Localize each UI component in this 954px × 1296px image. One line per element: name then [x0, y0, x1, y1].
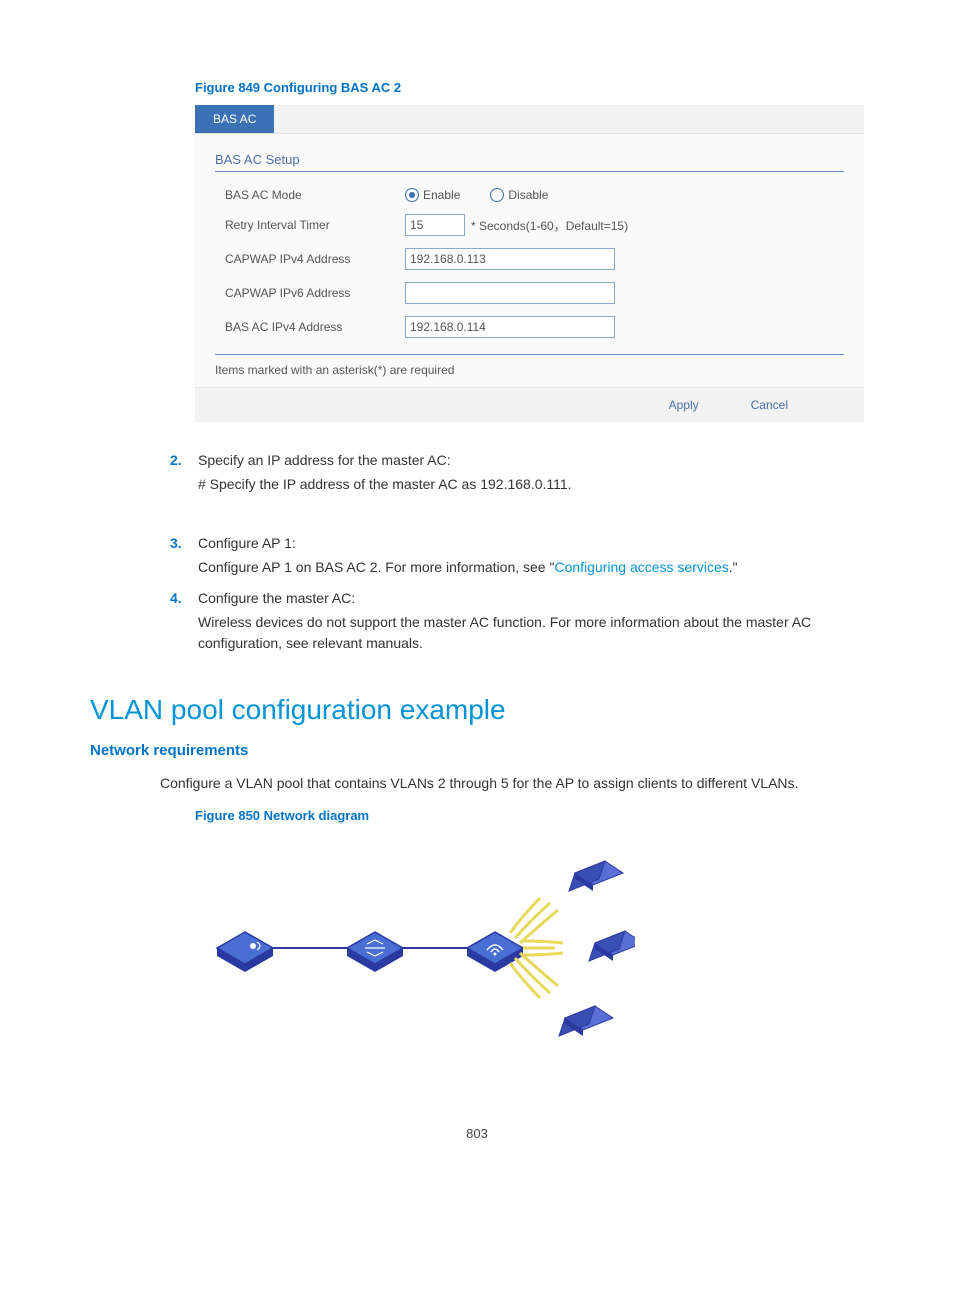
label-capwap6: CAPWAP IPv6 Address	[215, 286, 405, 300]
radio-disable[interactable]	[490, 188, 504, 202]
step-2: 2. Specify an IP address for the master …	[170, 452, 864, 495]
input-bas4[interactable]	[405, 316, 615, 338]
apply-button[interactable]: Apply	[663, 396, 705, 414]
step-4-body: Wireless devices do not support the mast…	[198, 612, 864, 654]
tab-bas-ac[interactable]: BAS AC	[195, 105, 274, 133]
step-2-number: 2.	[170, 452, 182, 468]
step-4: 4. Configure the master AC: Wireless dev…	[170, 590, 864, 654]
steps-list: 2. Specify an IP address for the master …	[90, 452, 864, 495]
label-capwap4: CAPWAP IPv4 Address	[215, 252, 405, 266]
step-3-title: Configure AP 1:	[198, 535, 296, 551]
step-2-body: # Specify the IP address of the master A…	[198, 474, 864, 495]
button-row: Apply Cancel	[195, 387, 864, 422]
bas-ac-config-panel: BAS AC BAS AC Setup BAS AC Mode Enable D…	[195, 105, 864, 422]
row-bas4: BAS AC IPv4 Address	[215, 310, 844, 344]
row-capwap6: CAPWAP IPv6 Address	[215, 276, 844, 310]
step-4-title: Configure the master AC:	[198, 590, 355, 606]
row-mode: BAS AC Mode Enable Disable	[215, 182, 844, 208]
form-area: BAS AC Setup BAS AC Mode Enable Disable …	[195, 134, 864, 387]
input-capwap6[interactable]	[405, 282, 615, 304]
row-retry: Retry Interval Timer * Seconds(1-60，Defa…	[215, 208, 844, 242]
label-retry: Retry Interval Timer	[215, 218, 405, 232]
step-3-post: ."	[729, 559, 738, 575]
link-configuring-access-services[interactable]: Configuring access services	[554, 559, 728, 575]
input-retry[interactable]	[405, 214, 465, 236]
figure-850-title: Figure 850 Network diagram	[195, 808, 864, 823]
step-3-pre: Configure AP 1 on BAS AC 2. For more inf…	[198, 559, 554, 575]
label-bas4: BAS AC IPv4 Address	[215, 320, 405, 334]
heading-network-requirements: Network requirements	[90, 742, 864, 759]
step-3-number: 3.	[170, 535, 182, 551]
section-head: BAS AC Setup	[215, 152, 844, 172]
figure-849-title: Figure 849 Configuring BAS AC 2	[195, 80, 864, 95]
para-network-req: Configure a VLAN pool that contains VLAN…	[160, 773, 864, 794]
heading-vlan-pool: VLAN pool configuration example	[90, 694, 864, 726]
cancel-button[interactable]: Cancel	[745, 396, 794, 414]
row-capwap4: CAPWAP IPv4 Address	[215, 242, 844, 276]
required-note: Items marked with an asterisk(*) are req…	[215, 354, 844, 377]
radio-enable[interactable]	[405, 188, 419, 202]
step-2-title: Specify an IP address for the master AC:	[198, 452, 451, 468]
radio-disable-label: Disable	[508, 188, 548, 202]
steps-list-2: 3. Configure AP 1: Configure AP 1 on BAS…	[90, 535, 864, 654]
network-diagram	[195, 833, 864, 1066]
step-4-number: 4.	[170, 590, 182, 606]
hint-retry: * Seconds(1-60，Default=15)	[471, 217, 628, 234]
tab-bar: BAS AC	[195, 105, 864, 134]
input-capwap4[interactable]	[405, 248, 615, 270]
label-mode: BAS AC Mode	[215, 188, 405, 202]
radio-enable-label: Enable	[423, 188, 460, 202]
step-3: 3. Configure AP 1: Configure AP 1 on BAS…	[170, 535, 864, 578]
page-number: 803	[90, 1126, 864, 1141]
step-3-body: Configure AP 1 on BAS AC 2. For more inf…	[198, 557, 864, 578]
